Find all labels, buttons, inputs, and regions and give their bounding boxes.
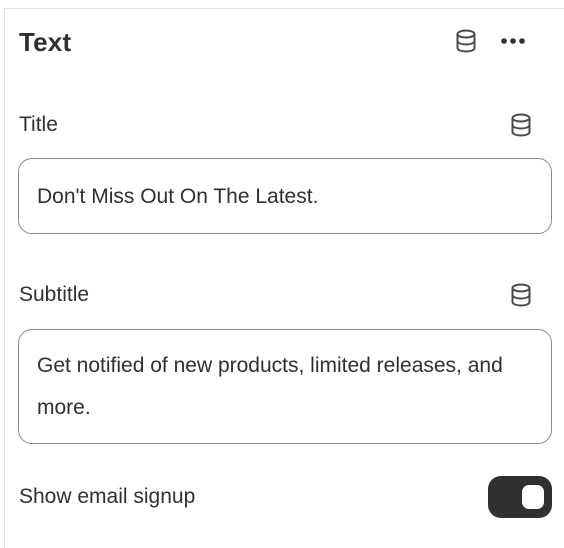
email-signup-toggle[interactable] xyxy=(488,476,552,518)
toggle-knob xyxy=(522,485,544,509)
subtitle-label: Subtitle xyxy=(19,283,90,306)
title-label: Title xyxy=(19,113,58,136)
panel-title: Text xyxy=(19,27,72,57)
more-horizontal-icon[interactable] xyxy=(499,27,527,55)
subtitle-field[interactable]: Get notified of new products, limited re… xyxy=(18,329,552,444)
subtitle-database-icon[interactable] xyxy=(507,281,535,309)
title-field[interactable]: Don't Miss Out On The Latest. xyxy=(18,158,552,234)
panel-header: Text xyxy=(5,9,564,79)
database-icon[interactable] xyxy=(452,27,480,55)
title-database-icon[interactable] xyxy=(507,111,535,139)
email-signup-label: Show email signup xyxy=(19,485,196,508)
text-settings-panel: Text Title Don't Miss Out On The Latest.… xyxy=(4,8,564,548)
